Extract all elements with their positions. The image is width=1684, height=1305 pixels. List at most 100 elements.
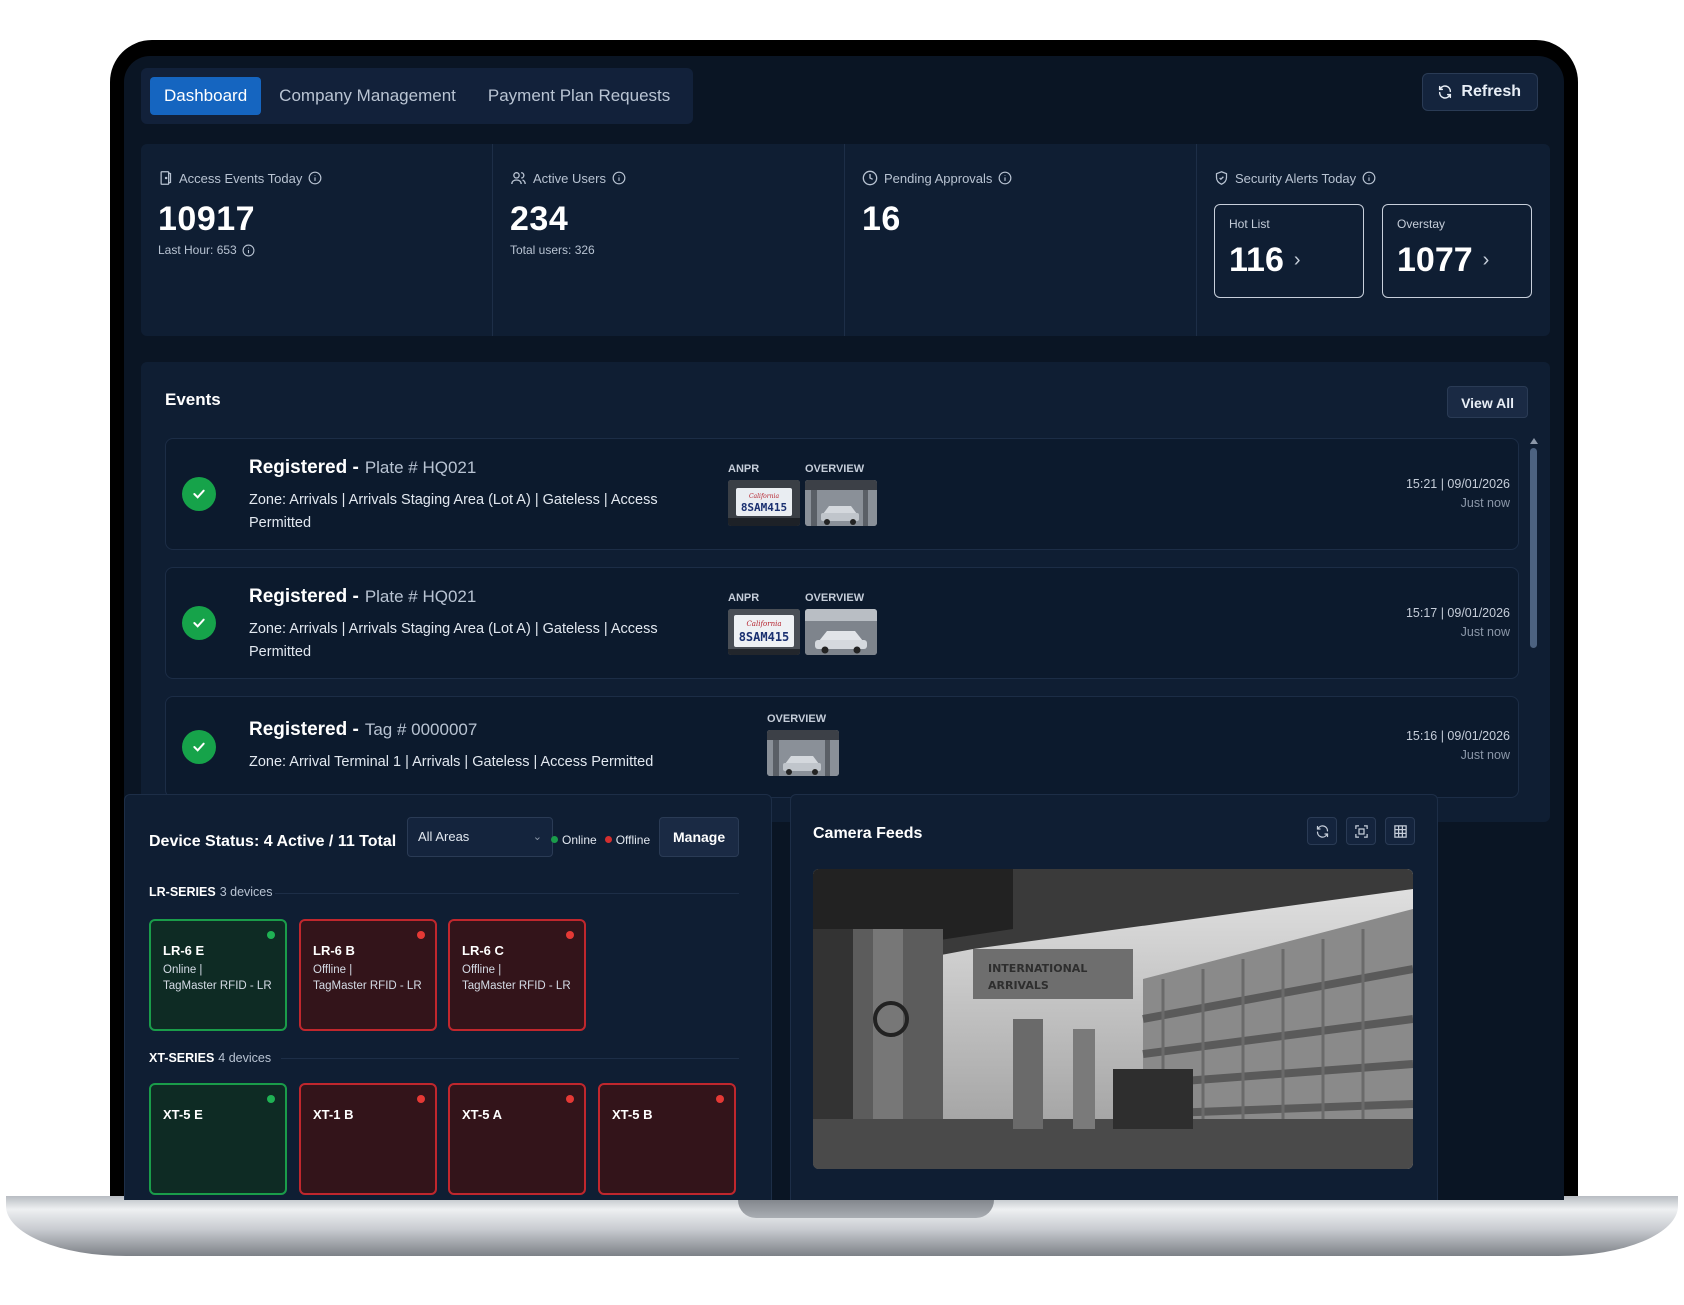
overview-image[interactable] [805,480,877,526]
clock-icon [862,170,878,186]
event-row[interactable]: Registered - Plate # HQ021 Zone: Arrivals… [165,567,1519,679]
info-icon[interactable] [308,171,322,185]
anpr-image[interactable]: California 8SAM415 [728,609,800,655]
series-heading: XT-SERIES 4 devices [149,1051,271,1065]
device-type: TagMaster RFID - LR [163,980,272,992]
event-time: 15:17 | 09/01/2026 [1405,606,1510,620]
overview-image[interactable] [767,730,839,776]
metric-pending-approvals: Pending Approvals 16 [845,144,1197,336]
offline-dot-icon [566,931,574,939]
fullscreen-icon [1354,824,1368,838]
anpr-image[interactable]: California 8SAM415 [728,480,800,526]
device-name: XT-5 E [163,1107,203,1122]
top-tabs: Dashboard Company Management Payment Pla… [141,68,694,124]
device-card[interactable]: XT-5 A [448,1083,586,1195]
chevron-right-icon: › [1482,249,1490,271]
tab-company-management[interactable]: Company Management [265,77,470,115]
camera-feeds-title: Camera Feeds [813,825,923,842]
camera-feed-image[interactable]: INTERNATIONAL ARRIVALS [813,869,1413,1169]
overview-label: OVERVIEW [767,713,827,725]
view-all-button[interactable]: View All [1447,386,1528,418]
series-heading: LR-SERIES 3 devices [149,885,273,899]
device-card[interactable]: XT-5 E [149,1083,287,1195]
events-title: Events [165,390,221,409]
metric-label: Active Users [533,170,606,186]
hot-list-label: Hot List [1229,217,1270,231]
area-select-value: All Areas [418,829,470,844]
offline-dot-icon [417,931,425,939]
offline-dot-icon [566,1095,574,1103]
metric-access-events: Access Events Today 10917 Last Hour: 653 [141,144,493,336]
manage-button[interactable]: Manage [659,817,740,857]
event-status: Registered [249,457,348,478]
camera-refresh-button[interactable] [1307,817,1337,845]
scroll-up-icon[interactable] [1529,438,1538,444]
users-icon [511,172,526,185]
metric-value: 10917 [158,200,256,238]
svg-text:8SAM415: 8SAM415 [741,501,787,514]
anpr-thumb-group[interactable]: ANPR California 8SAM415 [728,592,800,655]
device-name: XT-5 A [462,1107,502,1122]
overstay-label: Overstay [1397,217,1446,231]
overview-thumb-group[interactable]: OVERVIEW [767,713,839,776]
dashboard-screen: Dashboard Company Management Payment Pla… [124,56,1564,1200]
fullscreen-button[interactable] [1346,817,1376,845]
online-dot-icon [551,836,558,843]
metric-security-alerts: Security Alerts Today Hot List 116 › Over… [1197,144,1549,336]
hot-list-value: 116 [1229,241,1284,279]
grid-view-button[interactable] [1385,817,1415,845]
area-select[interactable]: All Areas ⌄ [407,817,553,857]
device-card[interactable]: LR-6 E Online | TagMaster RFID - LR [149,919,287,1031]
divider [281,1058,739,1059]
info-icon[interactable] [1362,171,1376,185]
offline-dot-icon [417,1095,425,1103]
event-ago: Just now [1460,625,1510,639]
svg-text:California: California [746,620,781,628]
svg-text:8SAM415: 8SAM415 [739,630,790,644]
scrollbar-thumb[interactable] [1530,448,1537,648]
metric-label: Security Alerts Today [1235,170,1357,186]
anpr-label: ANPR [728,463,760,475]
metric-sub: Total users: 326 [510,243,595,257]
device-status: Offline | [462,964,502,976]
chevron-down-icon: ⌄ [532,831,542,843]
device-status: Online | [163,964,203,976]
device-card[interactable]: LR-6 B Offline | TagMaster RFID - LR [299,919,437,1031]
check-icon [182,606,216,640]
event-id: Plate # HQ021 [364,458,477,477]
overstay-card[interactable]: Overstay 1077 › [1382,204,1532,298]
refresh-button[interactable]: Refresh [1422,73,1538,111]
overview-image[interactable] [805,609,877,655]
offline-dot-icon [716,1095,724,1103]
event-zone: Zone: Arrivals | Arrivals Staging Area (… [249,621,658,660]
grid-icon [1393,824,1407,838]
info-icon[interactable] [242,244,255,257]
device-card[interactable]: XT-5 B [598,1083,736,1195]
device-name: LR-6 E [163,943,205,958]
device-status: Offline | [313,964,353,976]
metric-label: Pending Approvals [884,170,993,186]
refresh-icon [1439,85,1452,99]
device-status-title: Device Status: 4 Active / 11 Total [149,833,397,850]
event-row[interactable]: Registered - Tag # 0000007 Zone: Arrival … [165,696,1519,798]
feed-sign-line1: INTERNATIONAL [988,962,1087,975]
info-icon[interactable] [998,171,1012,185]
anpr-thumb-group[interactable]: ANPR California 8SAM415 [728,463,800,526]
event-zone: Zone: Arrival Terminal 1 | Arrivals | Ga… [249,754,654,770]
offline-dot-icon [604,836,612,843]
tab-dashboard[interactable]: Dashboard [150,77,262,115]
series-count: 4 devices [218,1051,272,1065]
tab-payment-plan-requests[interactable]: Payment Plan Requests [474,77,684,115]
overview-label: OVERVIEW [805,463,865,475]
overview-thumb-group[interactable]: OVERVIEW [805,463,877,526]
info-icon[interactable] [612,171,626,185]
device-card[interactable]: LR-6 C Offline | TagMaster RFID - LR [448,919,586,1031]
events-scrollbar[interactable] [1529,438,1538,822]
event-row[interactable]: Registered - Plate # HQ021 Zone: Arrivals… [165,438,1519,550]
device-card[interactable]: XT-1 B [299,1083,437,1195]
overview-thumb-group[interactable]: OVERVIEW [805,592,877,655]
device-type: TagMaster RFID - LR [462,980,571,992]
metric-active-users: Active Users 234 Total users: 326 [493,144,845,336]
refresh-icon [1316,824,1328,838]
hot-list-card[interactable]: Hot List 116 › [1214,204,1364,298]
